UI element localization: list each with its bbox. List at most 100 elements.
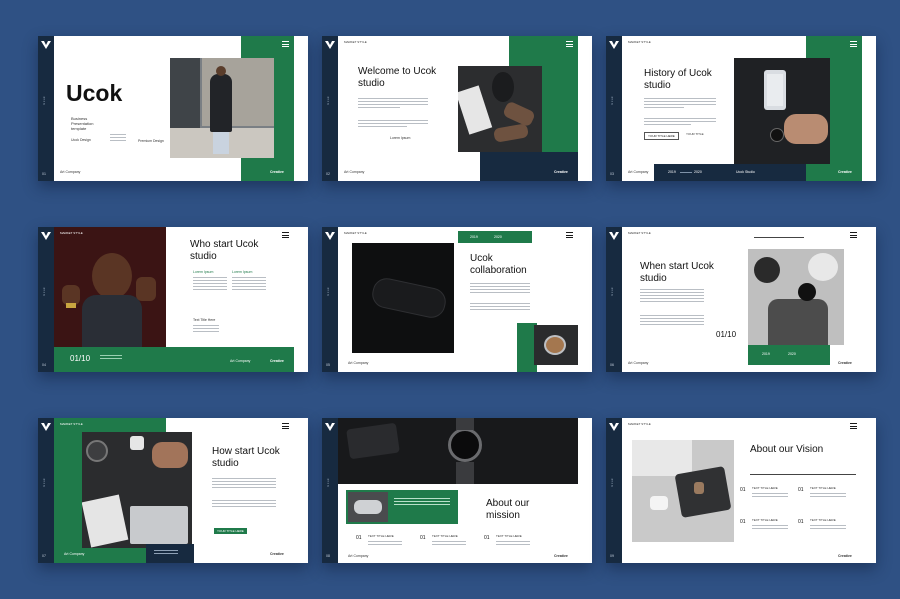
- text-lines: [100, 355, 122, 361]
- slide-5[interactable]: Ucok 05 MARKET STYLE 2019 2020 Ucok coll…: [322, 227, 592, 372]
- rail-brand: Ucok: [42, 287, 46, 296]
- photo-headphones: [534, 325, 578, 365]
- logo-icon: [609, 423, 619, 431]
- text-lines: [368, 541, 402, 547]
- slide-title: Welcome to Ucok studio: [358, 66, 437, 89]
- menu-icon[interactable]: [850, 232, 857, 238]
- slide-title: Who start Ucok studio: [190, 239, 259, 262]
- item-label: TEXT TITLE HERE: [752, 518, 778, 522]
- page-number: 01: [42, 172, 46, 176]
- item-label: TEXT TITLE HERE: [752, 486, 778, 490]
- rail-brand: Ucok: [326, 287, 330, 296]
- text-lines: [752, 493, 788, 499]
- slide-title: How start Ucok studio: [212, 446, 280, 469]
- slide-1[interactable]: Ucok 01 Ucok Business Presentation templ…: [38, 36, 308, 181]
- logo-icon: [41, 41, 51, 49]
- slide-title: About our Vision: [750, 444, 824, 455]
- item-label: TEXT TITLE HERE: [432, 534, 458, 538]
- small-label-a: Ucok Design: [71, 138, 91, 142]
- slide-4[interactable]: Ucok 04 MARKET STYLE 01/10 Creative Art …: [38, 227, 308, 372]
- item-num: 01: [798, 487, 804, 493]
- rail-brand: Ucok: [326, 478, 330, 487]
- item-num: 01: [740, 487, 746, 493]
- photo-desk-earbuds: [632, 440, 734, 542]
- logo-icon: [325, 232, 335, 240]
- footer-right: Creative: [838, 554, 852, 558]
- slide-title: Ucok collaboration: [470, 253, 527, 276]
- menu-icon[interactable]: [282, 232, 289, 238]
- item-label: TEXT TITLE HERE: [496, 534, 522, 538]
- text-lines: [193, 325, 219, 334]
- top-tag: MARKET STYLE: [628, 40, 651, 44]
- slide-rail: Ucok 04: [38, 227, 54, 372]
- navy-timeline: [654, 164, 806, 181]
- item-label: TEXT TITLE HERE: [810, 486, 836, 490]
- slide-8[interactable]: Ucok 08 About our mission 01 TEXT TITLE …: [322, 418, 592, 563]
- year-a: 2019: [470, 235, 478, 239]
- text-lines: [640, 289, 704, 304]
- menu-icon[interactable]: [282, 423, 289, 429]
- page-number: 05: [326, 363, 330, 367]
- text-lines: [470, 303, 530, 312]
- slide-3[interactable]: Ucok 03 MARKET STYLE 2019 2020 Ucok Stud…: [606, 36, 876, 181]
- photo-desk-laptop: [82, 432, 192, 548]
- rail-brand: Ucok: [326, 96, 330, 105]
- slide-title: About our mission: [486, 498, 530, 521]
- photo-watch-banner: [338, 418, 578, 484]
- text-lines: [810, 493, 846, 499]
- menu-icon[interactable]: [566, 41, 573, 47]
- rail-brand: Ucok: [42, 96, 46, 105]
- text-lines: [640, 315, 704, 327]
- small-label-b: Premium Design: [138, 139, 164, 143]
- text-lines: [110, 134, 126, 143]
- small-label-a: Lorem Ipsum: [390, 136, 411, 140]
- label-a: Lorem Ipsum: [193, 270, 214, 274]
- slide-6[interactable]: Ucok 06 MARKET STYLE 2019 2020 When star…: [606, 227, 876, 372]
- slide-2[interactable]: Ucok 02 MARKET STYLE Welcome to Ucok stu…: [322, 36, 592, 181]
- slide-7[interactable]: Ucok 07 MARKET STYLE How start Ucok stud…: [38, 418, 308, 563]
- menu-icon[interactable]: [850, 423, 857, 429]
- text-lines: [470, 283, 530, 295]
- menu-icon[interactable]: [566, 232, 573, 238]
- label-b: Lorem Ipsum: [232, 270, 253, 274]
- footer-right: Creative: [270, 552, 284, 556]
- footer-left: Art Company: [348, 361, 369, 365]
- footer-left: Art Company: [230, 359, 251, 363]
- menu-icon[interactable]: [850, 41, 857, 47]
- footer-right: Creative: [270, 170, 284, 174]
- timeline-caption: Ucok Studio: [736, 170, 755, 174]
- footer-left: Art Company: [344, 170, 365, 174]
- top-tag: MARKET STYLE: [628, 422, 651, 426]
- slide-rail: Ucok 02: [322, 36, 338, 181]
- logo-icon: [325, 423, 335, 431]
- counter: 01/10: [70, 354, 91, 363]
- top-tag: MARKET STYLE: [60, 422, 83, 426]
- title-button[interactable]: YOUR TITLE HERE: [214, 528, 247, 534]
- photo-coffee-hand: [748, 249, 844, 345]
- slide-rail: Ucok 08: [322, 418, 338, 563]
- divider: [750, 474, 856, 475]
- footer-right: Creative: [554, 554, 568, 558]
- menu-icon[interactable]: [282, 41, 289, 47]
- page-number: 06: [610, 363, 614, 367]
- title-button[interactable]: YOUR TITLE HERE: [644, 132, 679, 140]
- text-lines: [212, 500, 276, 509]
- slide-subtitle: Business Presentation template: [71, 116, 94, 132]
- rail-brand: Ucok: [42, 478, 46, 487]
- top-tag: MARKET STYLE: [628, 231, 651, 235]
- slide-title: When start Ucok studio: [640, 261, 714, 284]
- photo-man-smiling: [54, 227, 166, 347]
- footer-right: Creative: [554, 170, 568, 174]
- footer-right: Creative: [838, 361, 852, 365]
- page-number: 04: [42, 363, 46, 367]
- top-tag: MARKET STYLE: [344, 40, 367, 44]
- footer-left: Art Company: [64, 552, 85, 556]
- logo-icon: [609, 41, 619, 49]
- title-label: YOUR TITLE: [686, 132, 704, 136]
- logo-icon: [41, 232, 51, 240]
- slide-rail: Ucok 01: [38, 36, 54, 181]
- navy-block: [480, 152, 578, 181]
- item-num: 01: [798, 519, 804, 525]
- slide-9[interactable]: Ucok 09 MARKET STYLE About our Vision 01…: [606, 418, 876, 563]
- text-lines: [193, 277, 227, 292]
